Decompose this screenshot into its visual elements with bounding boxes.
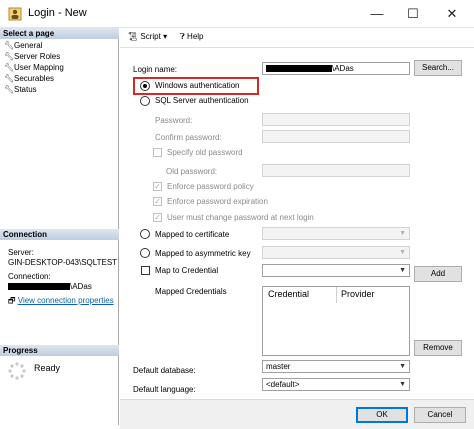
chevron-down-icon: ▼ bbox=[399, 249, 406, 256]
properties-icon: 🗗︎ bbox=[8, 296, 16, 305]
enforce-policy-label: Enforce password policy bbox=[167, 182, 254, 191]
enforce-expiration-checkbox[interactable]: ✓ bbox=[153, 197, 162, 206]
mapped-asym-key-radio[interactable] bbox=[140, 248, 150, 258]
enforce-policy-checkbox[interactable]: ✓ bbox=[153, 182, 162, 191]
chevron-down-icon: ▼ bbox=[399, 267, 406, 274]
add-button[interactable]: Add bbox=[414, 266, 462, 282]
grid-divider bbox=[336, 287, 337, 303]
chevron-down-icon: ▼ bbox=[399, 381, 406, 388]
help-button[interactable]: ❓︎ Help bbox=[180, 32, 204, 42]
mapped-asym-key-label: Mapped to asymmetric key bbox=[155, 249, 251, 258]
mapped-credentials-label: Mapped Credentials bbox=[155, 287, 227, 296]
close-button[interactable]: ✕ bbox=[441, 4, 463, 24]
chevron-down-icon: ▾ bbox=[163, 32, 168, 41]
remove-button[interactable]: Remove bbox=[414, 340, 462, 356]
map-credential-checkbox[interactable] bbox=[141, 266, 150, 275]
enforce-expiration-label: Enforce password expiration bbox=[167, 197, 268, 206]
server-label: Server: bbox=[8, 248, 34, 257]
chevron-down-icon: ▼ bbox=[399, 230, 406, 237]
window-title: Login - New bbox=[28, 7, 87, 19]
default-language-label: Default language: bbox=[133, 385, 196, 394]
ok-button[interactable]: OK bbox=[356, 407, 408, 423]
map-credential-label: Map to Credential bbox=[155, 266, 219, 275]
select-page-header: Select a page bbox=[0, 28, 119, 39]
progress-spinner-icon bbox=[8, 362, 26, 380]
minimize-button[interactable]: — bbox=[366, 4, 388, 24]
page-general[interactable]: 🔧︎General bbox=[4, 40, 42, 51]
wrench-icon: 🔧︎ bbox=[4, 41, 15, 50]
login-name-input[interactable]: \ADas bbox=[262, 62, 410, 75]
old-password-label: Old password: bbox=[166, 167, 218, 176]
default-database-label: Default database: bbox=[133, 366, 196, 375]
search-button[interactable]: Search... bbox=[414, 60, 462, 76]
page-securables[interactable]: 🔧︎Securables bbox=[4, 73, 54, 84]
redacted-text bbox=[8, 283, 70, 291]
confirm-password-label: Confirm password: bbox=[155, 133, 222, 142]
wrench-icon: 🔧︎ bbox=[4, 63, 15, 72]
wrench-icon: 🔧︎ bbox=[4, 74, 15, 83]
asym-key-select[interactable]: ▼ bbox=[262, 246, 410, 259]
login-name-label: Login name: bbox=[133, 65, 178, 74]
password-input[interactable] bbox=[262, 113, 410, 126]
specify-old-password-label: Specify old password bbox=[167, 148, 243, 157]
wrench-icon: 🔧︎ bbox=[4, 85, 15, 94]
toolbar: 📜︎ Script ▾ ❓︎ Help bbox=[120, 28, 474, 48]
mapped-certificate-radio[interactable] bbox=[140, 229, 150, 239]
sql-auth-radio[interactable] bbox=[140, 96, 150, 106]
grid-header-provider[interactable]: Provider bbox=[341, 289, 375, 299]
windows-auth-radio[interactable] bbox=[140, 81, 150, 91]
page-user-mapping[interactable]: 🔧︎User Mapping bbox=[4, 62, 64, 73]
login-app-icon bbox=[8, 7, 22, 21]
windows-auth-label: Windows authentication bbox=[155, 81, 240, 90]
left-panel: Select a page 🔧︎General 🔧︎Server Roles 🔧… bbox=[0, 28, 119, 425]
specify-old-password-checkbox[interactable] bbox=[153, 148, 162, 157]
old-password-input[interactable] bbox=[262, 164, 410, 177]
password-label: Password: bbox=[155, 116, 193, 125]
default-language-select[interactable]: <default> ▼ bbox=[262, 378, 410, 391]
chevron-down-icon: ▼ bbox=[399, 363, 406, 370]
connection-value: \ADas bbox=[8, 282, 92, 292]
progress-status: Ready bbox=[34, 363, 61, 373]
certificate-select[interactable]: ▼ bbox=[262, 227, 410, 240]
grid-header-credential[interactable]: Credential bbox=[268, 289, 309, 299]
must-change-label: User must change password at next login bbox=[167, 213, 314, 222]
must-change-checkbox[interactable]: ✓ bbox=[153, 213, 162, 222]
connection-header: Connection bbox=[0, 229, 119, 240]
view-connection-properties-link[interactable]: 🗗︎ View connection properties bbox=[8, 296, 119, 306]
wrench-icon: 🔧︎ bbox=[4, 52, 15, 61]
credential-select[interactable]: ▼ bbox=[262, 264, 410, 277]
mapped-credentials-grid[interactable]: Credential Provider bbox=[262, 286, 410, 356]
help-icon: ❓︎ bbox=[180, 32, 185, 41]
maximize-button[interactable]: ☐ bbox=[402, 4, 424, 24]
cancel-button[interactable]: Cancel bbox=[414, 407, 466, 423]
progress-header: Progress bbox=[0, 345, 119, 356]
server-value: GIN-DESKTOP-043\SQLTEST bbox=[8, 258, 118, 267]
connection-label: Connection: bbox=[8, 272, 51, 281]
sql-auth-label: SQL Server authentication bbox=[155, 96, 249, 105]
default-database-select[interactable]: master ▼ bbox=[262, 360, 410, 373]
redacted-text bbox=[266, 65, 332, 73]
page-server-roles[interactable]: 🔧︎Server Roles bbox=[4, 51, 60, 62]
title-bar: Login - New — ☐ ✕ bbox=[0, 0, 474, 28]
script-icon: 📜︎ bbox=[128, 32, 139, 41]
mapped-certificate-label: Mapped to certificate bbox=[155, 230, 230, 239]
confirm-password-input[interactable] bbox=[262, 130, 410, 143]
page-status[interactable]: 🔧︎Status bbox=[4, 84, 37, 95]
script-button[interactable]: 📜︎ Script ▾ bbox=[128, 32, 167, 41]
